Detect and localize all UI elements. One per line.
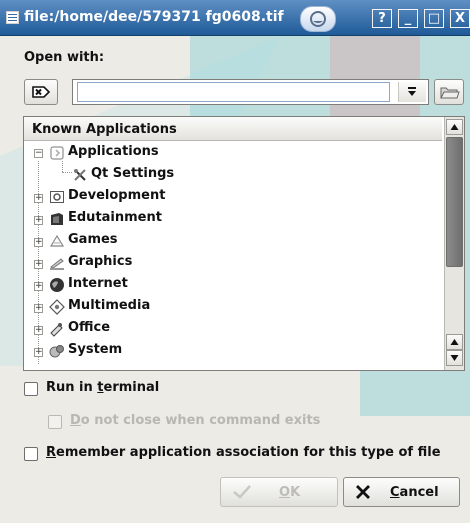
- folder-icon: [440, 87, 460, 99]
- expand-toggle[interactable]: +: [34, 304, 43, 313]
- do-not-close-checkbox: [48, 415, 62, 429]
- multimedia-icon: [49, 299, 65, 315]
- tree-body: − Applications Qt Settings + Development…: [24, 141, 442, 370]
- remember-association-checkbox[interactable]: [24, 447, 38, 461]
- cancel-label: Cancel: [390, 485, 439, 500]
- system-icon: [49, 345, 64, 358]
- expand-toggle[interactable]: +: [34, 216, 43, 225]
- expand-toggle[interactable]: +: [34, 282, 43, 291]
- edutainment-icon: [51, 213, 63, 225]
- command-combobox[interactable]: [72, 79, 429, 105]
- window-menu-button[interactable]: [300, 6, 336, 32]
- tools-icon: [74, 169, 86, 181]
- open-with-label: Open with:: [24, 50, 105, 65]
- title-bar[interactable]: file:/home/dee/579371 fg0608.tif ? _ □ X: [0, 0, 470, 36]
- games-icon: [49, 234, 65, 247]
- ok-label: OK: [279, 485, 301, 500]
- remember-association-label: Remember application association for thi…: [46, 445, 441, 460]
- scroll-thumb[interactable]: [446, 137, 463, 267]
- tree-header[interactable]: Known Applications: [24, 117, 442, 141]
- graphics-icon: [50, 258, 64, 270]
- dropdown-arrow-icon: [408, 87, 416, 96]
- cancel-x-icon: [356, 485, 370, 499]
- expand-toggle[interactable]: +: [34, 326, 43, 335]
- applications-folder-icon: [50, 146, 64, 160]
- known-applications-tree[interactable]: Known Applications − Applications Qt Set…: [23, 116, 465, 371]
- run-in-terminal-checkbox[interactable]: [24, 382, 38, 396]
- minimize-button[interactable]: _: [398, 9, 418, 28]
- ok-button[interactable]: OK: [220, 477, 338, 507]
- arrow-up-icon: [450, 339, 459, 345]
- expand-toggle[interactable]: +: [34, 238, 43, 247]
- tree-scrollbar[interactable]: [444, 117, 464, 370]
- office-icon: [50, 323, 63, 337]
- browse-button[interactable]: [434, 79, 464, 105]
- command-input[interactable]: [77, 82, 390, 102]
- run-in-terminal-label: Run in terminal: [46, 380, 160, 395]
- arrow-down-icon: [450, 355, 459, 361]
- close-button[interactable]: X: [450, 9, 470, 28]
- tree-line: [62, 161, 63, 172]
- expand-toggle[interactable]: +: [34, 260, 43, 269]
- scroll-down-button[interactable]: [446, 350, 463, 366]
- cancel-button[interactable]: Cancel: [343, 477, 460, 507]
- help-button[interactable]: ?: [372, 9, 392, 28]
- clear-text-icon: [32, 86, 51, 98]
- collapse-toggle[interactable]: −: [34, 149, 43, 158]
- scroll-up-button[interactable]: [446, 119, 463, 135]
- scroll-up-button-lower[interactable]: [446, 334, 463, 350]
- do-not-close-label: Do not close when command exits: [70, 413, 321, 428]
- tree-line: [62, 172, 72, 173]
- expand-toggle[interactable]: +: [34, 348, 43, 357]
- clear-button[interactable]: [24, 79, 58, 105]
- app-menu-icon: [310, 11, 326, 27]
- development-icon: [50, 191, 64, 203]
- internet-globe-icon: [50, 278, 64, 292]
- arrow-up-icon: [450, 124, 459, 130]
- document-icon: [6, 11, 19, 24]
- window-title: file:/home/dee/579371 fg0608.tif: [24, 9, 284, 25]
- checkmark-icon: [233, 485, 251, 499]
- maximize-button[interactable]: □: [424, 9, 444, 28]
- command-dropdown-button[interactable]: [398, 82, 426, 102]
- expand-toggle[interactable]: +: [34, 194, 43, 203]
